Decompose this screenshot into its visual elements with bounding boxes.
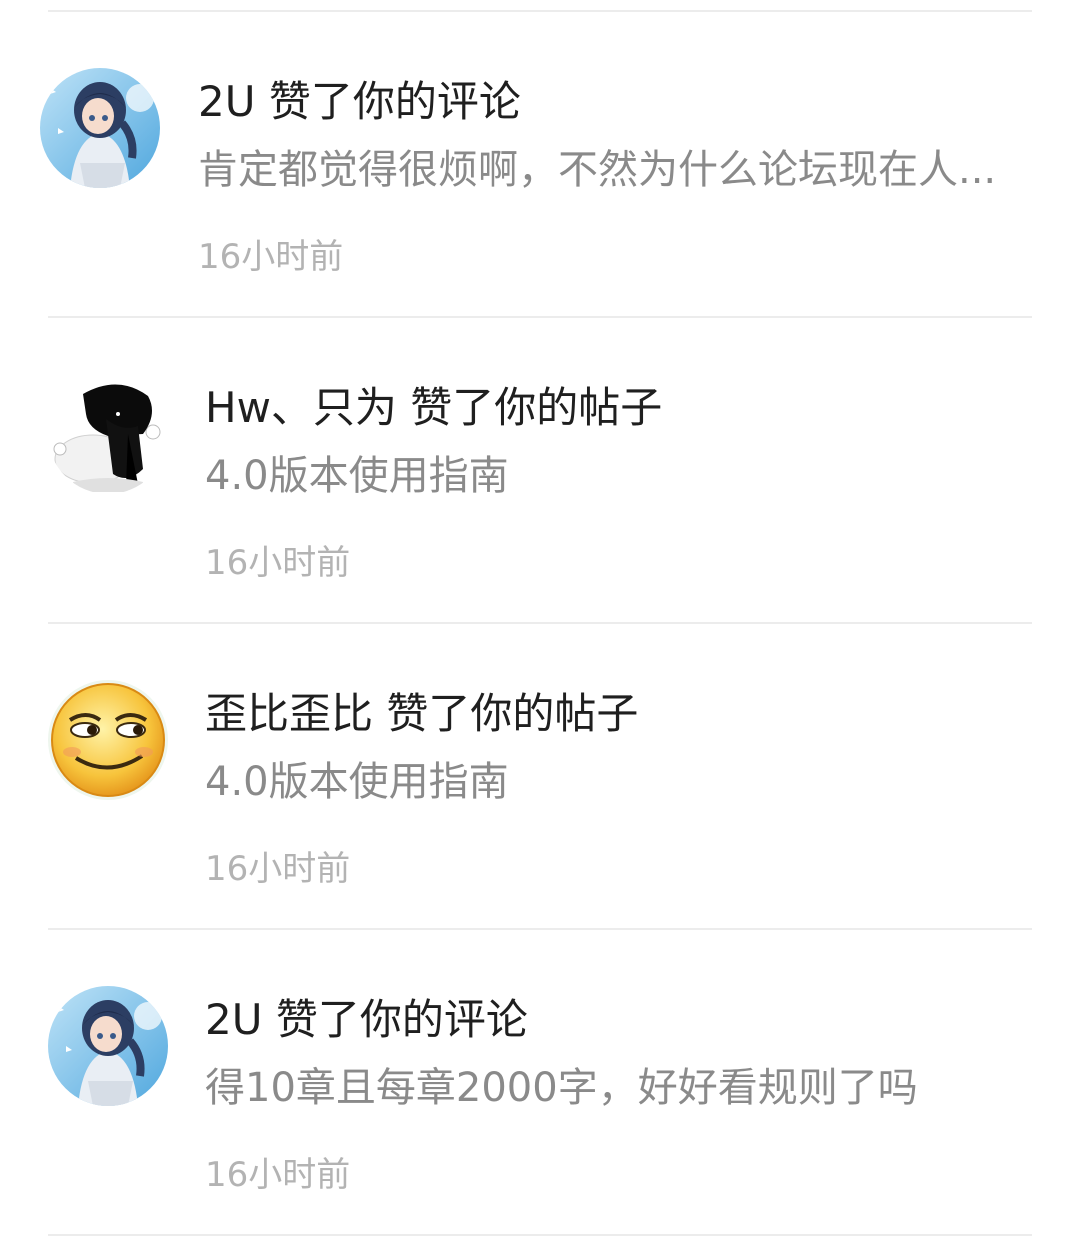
avatar[interactable] [48, 986, 168, 1106]
black-white-boy-avatar-icon [48, 374, 168, 494]
notification-title: Hw、只为 赞了你的帖子 [205, 383, 663, 432]
notification-snippet: 肯定都觉得很烦啊，不然为什么论坛现在人... [198, 147, 997, 193]
notification-title: 2U 赞了你的评论 [205, 995, 528, 1044]
notification-item[interactable]: Hw、只为 赞了你的帖子 4.0版本使用指南 16小时前 [0, 316, 1080, 621]
notification-snippet: 4.0版本使用指南 [205, 453, 509, 499]
smirk-emoji-avatar-icon [48, 680, 168, 800]
anime-girl-avatar-icon [40, 68, 160, 188]
divider-bottom [48, 1234, 1032, 1236]
notification-snippet: 得10章且每章2000字，好好看规则了吗 [205, 1065, 918, 1111]
notification-snippet: 4.0版本使用指南 [205, 759, 509, 805]
notification-time: 16小时前 [205, 849, 351, 889]
notification-item[interactable]: 歪比歪比 赞了你的帖子 4.0版本使用指南 16小时前 [0, 622, 1080, 927]
notification-item[interactable]: 2U 赞了你的评论 肯定都觉得很烦啊，不然为什么论坛现在人... 16小时前 [0, 10, 1080, 315]
avatar[interactable] [40, 68, 160, 188]
avatar[interactable] [48, 680, 168, 800]
notification-title: 歪比歪比 赞了你的帖子 [205, 689, 639, 738]
notification-time: 16小时前 [198, 237, 344, 277]
notification-item[interactable]: 2U 赞了你的评论 得10章且每章2000字，好好看规则了吗 16小时前 [0, 928, 1080, 1233]
notification-time: 16小时前 [205, 1155, 351, 1195]
notification-title: 2U 赞了你的评论 [198, 77, 521, 126]
avatar[interactable] [48, 374, 168, 494]
anime-girl-avatar-icon [48, 986, 168, 1106]
notification-time: 16小时前 [205, 543, 351, 583]
